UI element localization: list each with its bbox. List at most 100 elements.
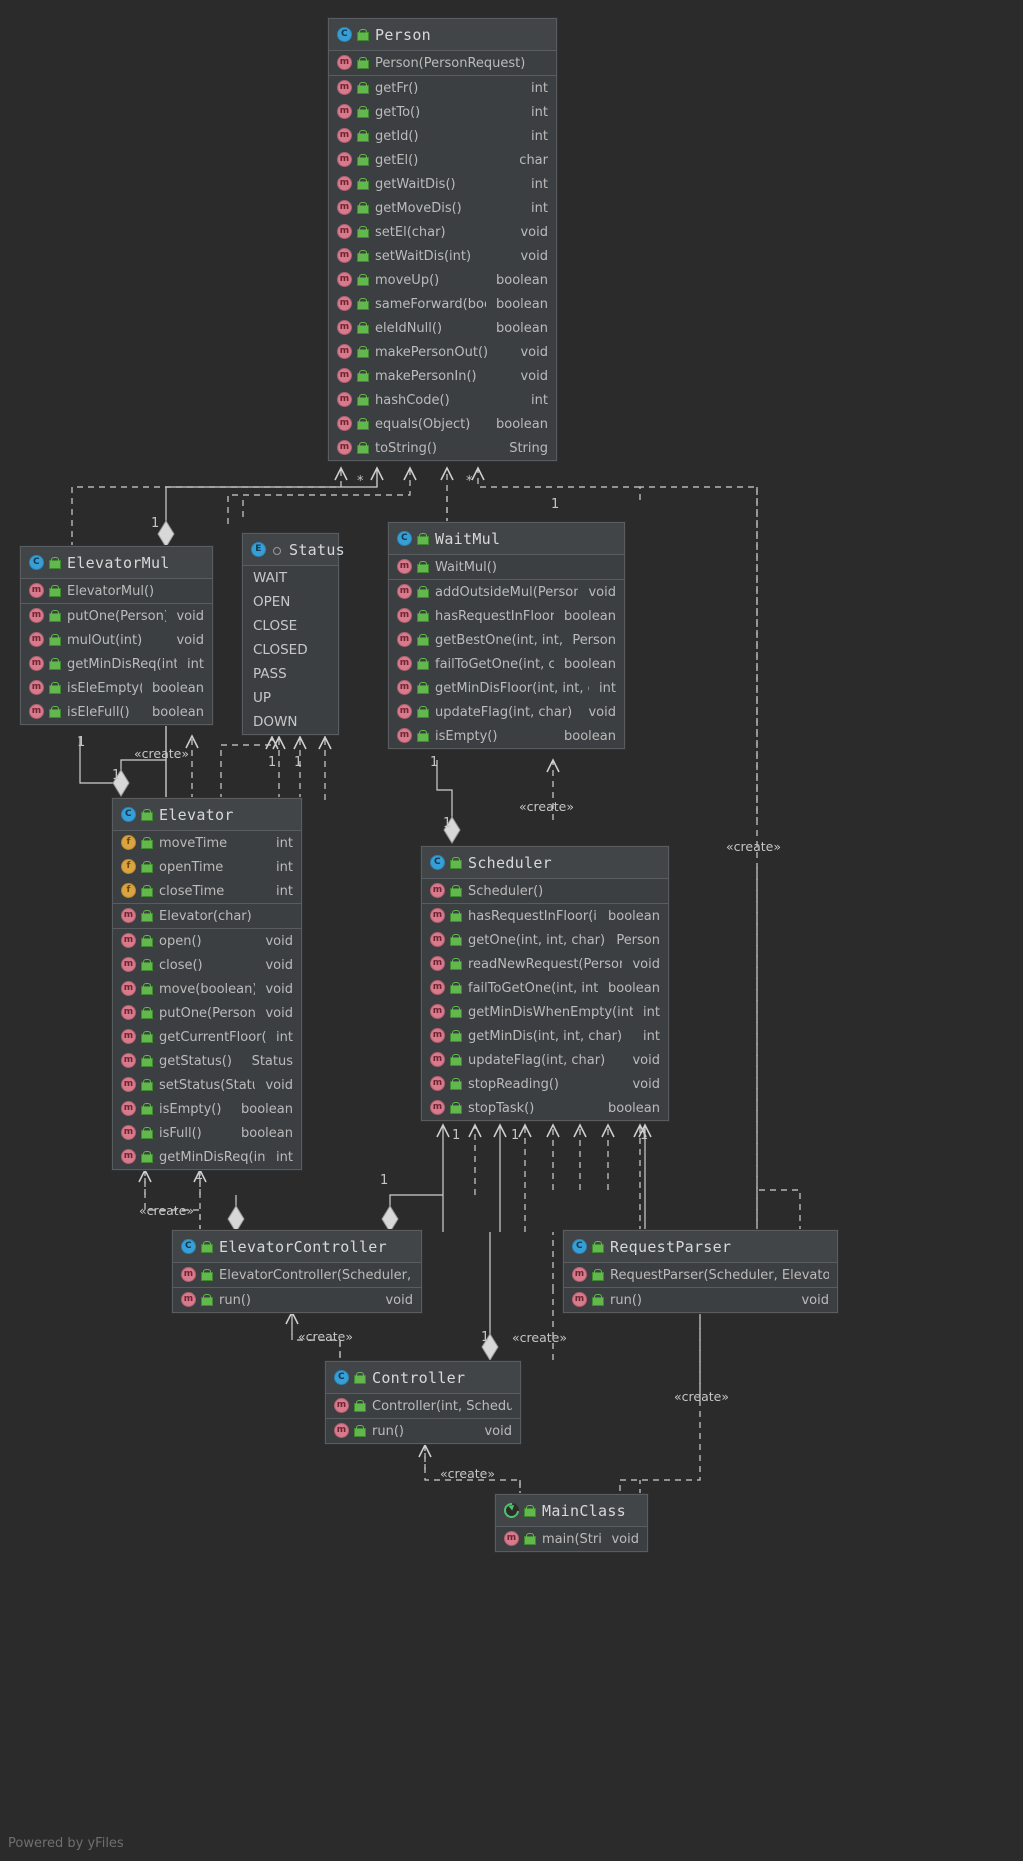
member-label: getOne(int, int, char) [468,932,606,948]
member-row[interactable]: m hasRequestInFloor(int) boolean [422,904,668,928]
edge-multiplicity: 1 [112,768,121,783]
member-row[interactable]: m makePersonIn() void [329,364,556,388]
return-type: Status [251,1053,293,1069]
member-row[interactable]: m isEleFull() boolean [21,700,212,724]
member-row[interactable]: m getMinDis(int, int, char) int [422,1024,668,1048]
member-row[interactable]: f openTime int [113,855,301,879]
member-row[interactable]: m addOutsideMul(Person) void [389,580,624,604]
member-row[interactable]: m WaitMul() [389,555,624,579]
member-row[interactable]: m getWaitDis() int [329,172,556,196]
enum-value[interactable]: DOWN [243,710,338,734]
class-box-person[interactable]: C Person m Person(PersonRequest) m getFr(… [328,18,557,461]
member-label: isFull() [159,1125,202,1141]
member-row[interactable]: m run() void [564,1288,837,1312]
member-row[interactable]: m ElevatorMul() [21,579,212,603]
class-header-elevatormul: C ElevatorMul [21,547,212,579]
enum-value[interactable]: OPEN [243,590,338,614]
member-row[interactable]: m sameForward(boolean) boolean [329,292,556,316]
member-label: isEmpty() [435,728,498,744]
member-row[interactable]: m readNewRequest(Person) void [422,952,668,976]
member-row[interactable]: m toString() String [329,436,556,460]
member-row[interactable]: m open() void [113,929,301,953]
member-row[interactable]: m isEmpty() boolean [113,1097,301,1121]
edge-multiplicity: 1 [380,1173,389,1188]
member-row[interactable]: m updateFlag(int, char) void [389,700,624,724]
member-row[interactable]: m stopReading() void [422,1072,668,1096]
member-row[interactable]: m run() void [326,1419,520,1443]
class-box-scheduler[interactable]: C Scheduler m Scheduler() m hasRequestInFl… [421,846,669,1121]
member-row[interactable]: m RequestParser(Scheduler, ElevatorInput) [564,1263,837,1287]
member-row[interactable]: m getMinDisReq(int, int) int [21,652,212,676]
member-row[interactable]: m getId() int [329,124,556,148]
member-row[interactable]: m getOne(int, int, char) Person [422,928,668,952]
member-row[interactable]: f moveTime int [113,831,301,855]
member-row[interactable]: m setEl(char) void [329,220,556,244]
member-row[interactable]: m hasRequestInFloor(int) boolean [389,604,624,628]
member-row[interactable]: m getCurrentFloor() int [113,1025,301,1049]
member-row[interactable]: m failToGetOne(int, char) boolean [389,652,624,676]
public-lock-icon [356,28,369,41]
class-box-waitmul[interactable]: C WaitMul m WaitMul() m addOutsideMul(Pers… [388,522,625,749]
member-row[interactable]: m getTo() int [329,100,556,124]
member-row[interactable]: m setStatus(Status) void [113,1073,301,1097]
member-row[interactable]: m moveUp() boolean [329,268,556,292]
member-row[interactable]: m getEl() char [329,148,556,172]
class-box-mainclass[interactable]: R MainClass m main(String[]) void [495,1494,648,1552]
method-icon: m [121,957,137,973]
member-label: moveTime [159,835,228,851]
member-row[interactable]: m run() void [173,1288,421,1312]
class-box-elevatormul[interactable]: C ElevatorMul m ElevatorMul() m putOne(Per… [20,546,213,725]
enum-value[interactable]: UP [243,686,338,710]
member-row[interactable]: m getMoveDis() int [329,196,556,220]
member-row[interactable]: m isEmpty() boolean [389,724,624,748]
enum-value[interactable]: CLOSE [243,614,338,638]
member-row[interactable]: m getMinDisWhenEmpty(int, char) int [422,1000,668,1024]
member-row[interactable]: m makePersonOut() void [329,340,556,364]
member-row[interactable]: m getMinDisFloor(int, int, char) int [389,676,624,700]
class-name: RequestParser [610,1237,732,1256]
member-row[interactable]: m move(boolean) void [113,977,301,1001]
enum-value[interactable]: PASS [243,662,338,686]
class-box-elevator[interactable]: C Elevator f moveTime int f openTime int f cl… [112,798,302,1170]
member-row[interactable]: m Elevator(char) [113,904,301,928]
enum-value[interactable]: WAIT [243,566,338,590]
method-icon: m [334,1398,350,1414]
member-row[interactable]: m eleIdNull() boolean [329,316,556,340]
member-row[interactable]: m isEleEmpty() boolean [21,676,212,700]
member-row[interactable]: m getFr() int [329,76,556,100]
class-name: ElevatorMul [67,553,170,572]
member-row[interactable]: f closeTime int [113,879,301,903]
member-row[interactable]: m stopTask() boolean [422,1096,668,1120]
class-box-controller[interactable]: C Controller m Controller(int, Scheduler)… [325,1361,521,1444]
member-row[interactable]: m getMinDisReq(int, int) int [113,1145,301,1169]
method-icon: m [337,128,353,144]
member-row[interactable]: m putOne(Person) void [21,604,212,628]
class-box-elevatorcontroller[interactable]: C ElevatorController m ElevatorController… [172,1230,422,1313]
public-lock-icon [416,682,429,694]
return-type: void [588,584,616,600]
member-row[interactable]: m isFull() boolean [113,1121,301,1145]
enum-box-status[interactable]: E Status WAIT OPEN CLOSE CLOSED PASS UP … [242,533,345,735]
member-row[interactable]: m getBestOne(int, int, char) Person [389,628,624,652]
member-row[interactable]: m Person(PersonRequest) [329,51,556,75]
member-row[interactable]: m mulOut(int) void [21,628,212,652]
member-row[interactable]: m setWaitDis(int) void [329,244,556,268]
return-type: void [611,1531,639,1547]
member-row[interactable]: m Controller(int, Scheduler) [326,1394,520,1418]
member-row[interactable]: m equals(Object) boolean [329,412,556,436]
member-row[interactable]: m getStatus() Status [113,1049,301,1073]
member-label: stopReading() [468,1076,559,1092]
member-row[interactable]: m hashCode() int [329,388,556,412]
enum-value[interactable]: CLOSED [243,638,338,662]
class-icon: C [121,806,137,823]
member-row[interactable]: m updateFlag(int, char) void [422,1048,668,1072]
class-box-requestparser[interactable]: C RequestParser m RequestParser(Scheduler… [563,1230,838,1313]
member-row[interactable]: m close() void [113,953,301,977]
member-row[interactable]: m Scheduler() [422,879,668,903]
edge-multiplicity: 1 [294,755,303,770]
return-type: int [531,104,548,120]
member-row[interactable]: m putOne(Person) void [113,1001,301,1025]
member-row[interactable]: m failToGetOne(int, int, char) boolean [422,976,668,1000]
member-row[interactable]: m main(String[]) void [496,1527,647,1551]
member-row[interactable]: m ElevatorController(Scheduler, char) [173,1263,421,1287]
